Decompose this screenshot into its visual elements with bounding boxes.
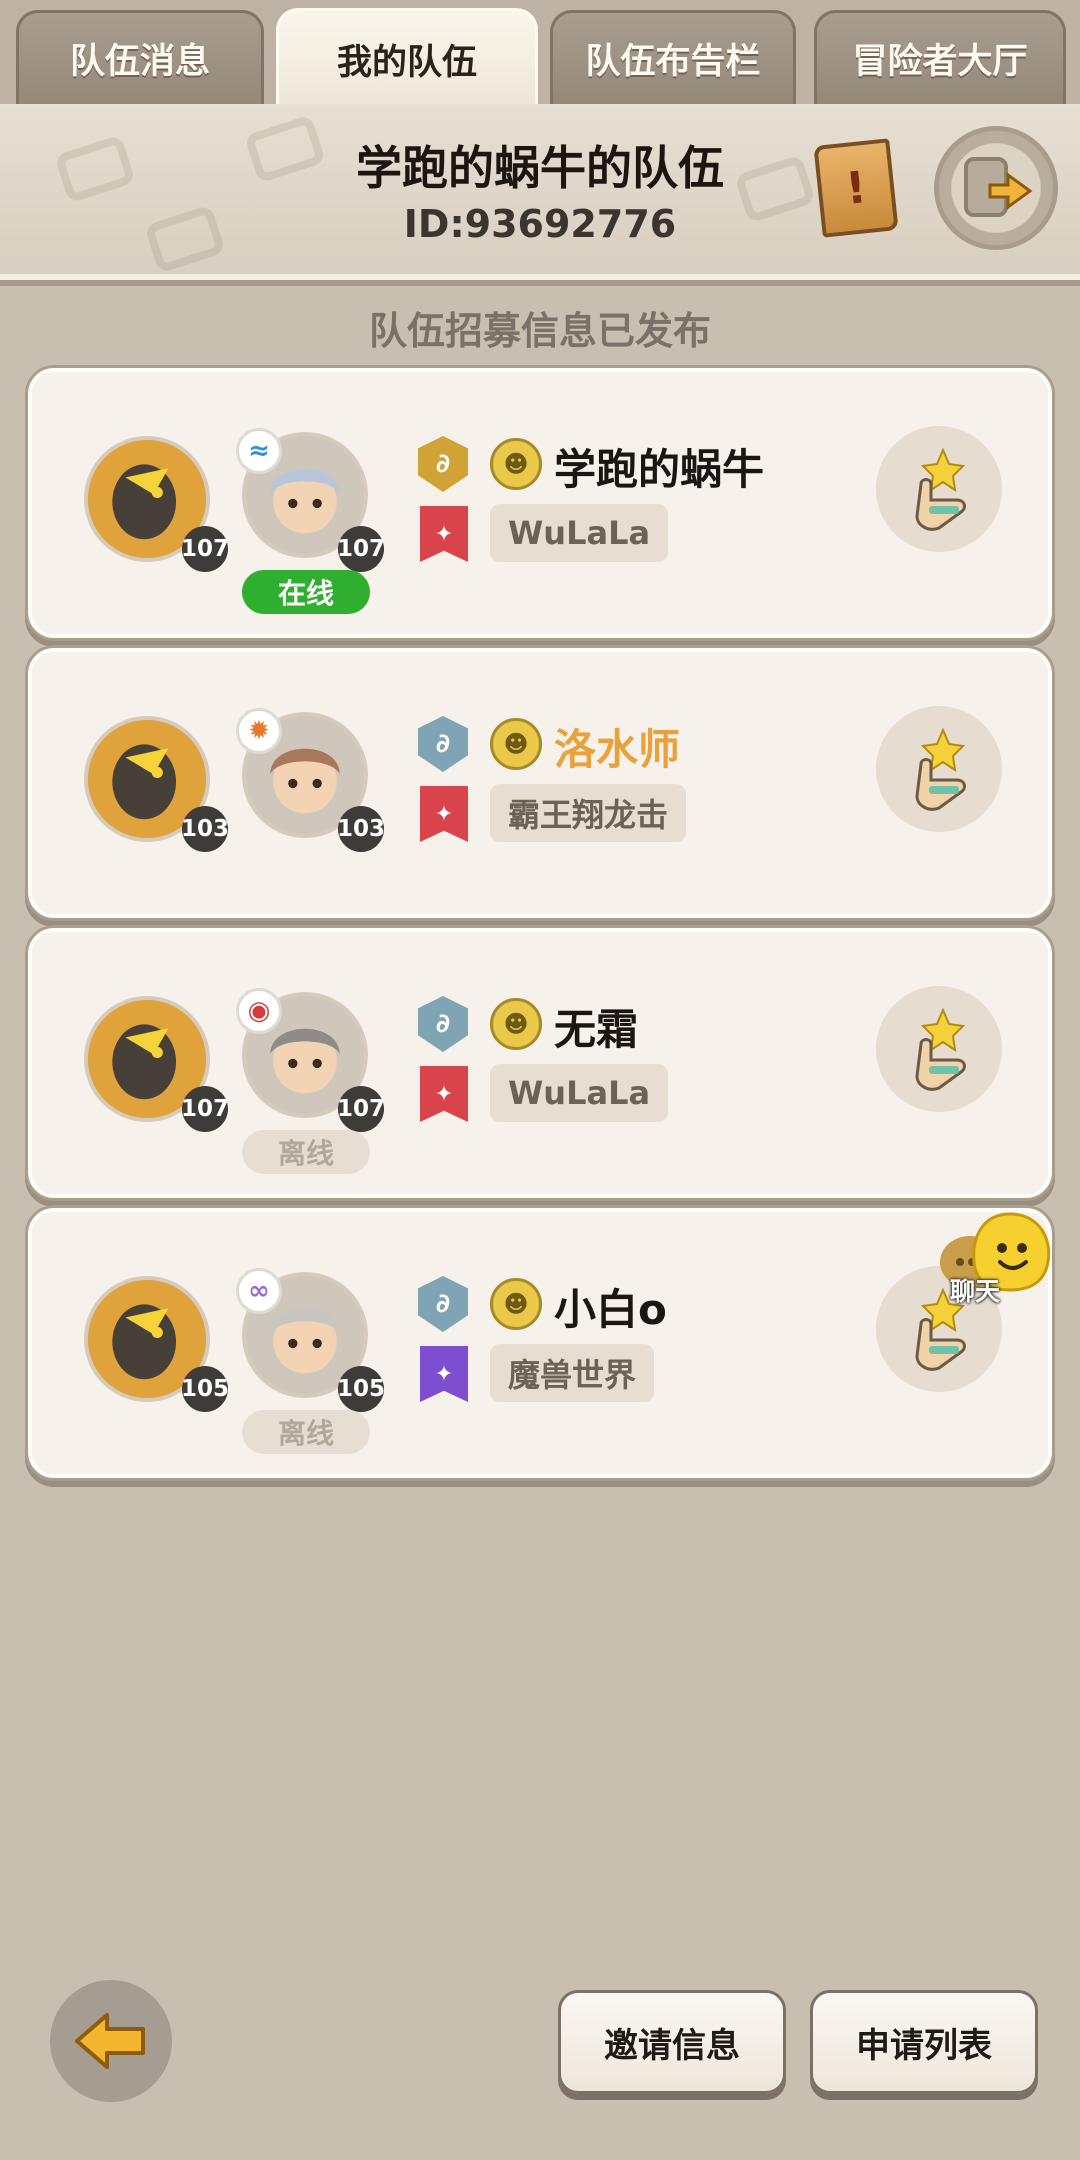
guild-banner-icon: ✦ bbox=[420, 506, 468, 562]
pointing-hand-icon bbox=[915, 1007, 966, 1091]
member-card[interactable]: 103 103 ✹ ∂ ☻ 洛水师 ✦ 霸王翔龙击 bbox=[28, 648, 1052, 918]
recruit-status-text: 队伍招募信息已发布 bbox=[368, 309, 711, 353]
rank-shield-icon: ∂ bbox=[418, 1276, 468, 1332]
guild-banner-icon: ✦ bbox=[420, 1066, 468, 1122]
online-status-badge: 在线 bbox=[242, 570, 370, 614]
fire-element-icon: ✹ bbox=[236, 708, 282, 754]
title-medal-icon: ☻ bbox=[490, 718, 542, 770]
guild-name-tag[interactable]: 魔兽世界 bbox=[490, 1344, 655, 1402]
pet-level-badge: 107 bbox=[181, 526, 229, 572]
rank-shield-icon: ∂ bbox=[418, 716, 468, 772]
pointing-hand-icon bbox=[915, 727, 966, 811]
guild-name-tag[interactable]: WuLaLa bbox=[490, 1064, 669, 1122]
online-status-badge: 离线 bbox=[242, 1410, 370, 1454]
character-level-badge: 105 bbox=[337, 1366, 385, 1412]
title-medal-icon: ☻ bbox=[490, 998, 542, 1050]
member-card[interactable]: 107 107 ≈ ∂ ☻ 学跑的蜗牛 ✦ WuLaLa 在线 bbox=[28, 368, 1052, 638]
tab-team-bulletin[interactable]: 队伍布告栏 bbox=[550, 10, 796, 104]
team-header: 学跑的蜗牛的队伍 ID:93692776 ! bbox=[0, 104, 1080, 280]
online-status-badge: 离线 bbox=[242, 1130, 370, 1174]
player-name[interactable]: 无霜 bbox=[554, 996, 638, 1057]
tab-adventurer-hall[interactable]: 冒险者大厅 bbox=[814, 10, 1066, 104]
invite-info-button[interactable]: 邀请信息 bbox=[558, 1990, 786, 2094]
demon-element-icon: ◉ bbox=[236, 988, 282, 1034]
player-name[interactable]: 洛水师 bbox=[554, 716, 680, 777]
team-id: ID:93692776 bbox=[403, 202, 677, 246]
guild-banner-icon: ✦ bbox=[420, 1346, 468, 1402]
guild-name-tag[interactable]: WuLaLa bbox=[490, 504, 669, 562]
exit-arrow-icon bbox=[964, 157, 1033, 217]
pet-level-badge: 107 bbox=[181, 1086, 229, 1132]
member-card[interactable]: 105 105 ∞ ∂ ☻ 小白o ✦ 魔兽世界 离线 bbox=[28, 1208, 1052, 1478]
interact-hand-button[interactable] bbox=[876, 706, 1002, 832]
character-level-badge: 107 bbox=[337, 526, 385, 572]
back-arrow-icon bbox=[75, 2013, 145, 2069]
character-level-badge: 107 bbox=[337, 1086, 385, 1132]
rank-shield-icon: ∂ bbox=[418, 436, 468, 492]
chat-label[interactable]: 聊天 bbox=[950, 1272, 1000, 1308]
guild-banner-icon: ✦ bbox=[420, 786, 468, 842]
psychic-element-icon: ∞ bbox=[236, 1268, 282, 1314]
title-medal-icon: ☻ bbox=[490, 1278, 542, 1330]
back-button[interactable] bbox=[50, 1980, 172, 2102]
tab-bar: 队伍消息 我的队伍 队伍布告栏 冒险者大厅 bbox=[0, 0, 1080, 108]
notice-scroll-icon[interactable]: ! bbox=[813, 138, 899, 238]
leave-team-button[interactable] bbox=[934, 126, 1058, 250]
pointing-hand-icon bbox=[915, 447, 966, 531]
water-element-icon: ≈ bbox=[236, 428, 282, 474]
pet-level-badge: 105 bbox=[181, 1366, 229, 1412]
rank-shield-icon: ∂ bbox=[418, 996, 468, 1052]
player-name[interactable]: 学跑的蜗牛 bbox=[554, 436, 764, 497]
interact-hand-button[interactable] bbox=[876, 426, 1002, 552]
player-name[interactable]: 小白o bbox=[554, 1276, 667, 1337]
tab-team-messages[interactable]: 队伍消息 bbox=[16, 10, 264, 104]
character-level-badge: 103 bbox=[337, 806, 385, 852]
interact-hand-button[interactable] bbox=[876, 986, 1002, 1112]
member-card[interactable]: 107 107 ◉ ∂ ☻ 无霜 ✦ WuLaLa 离线 bbox=[28, 928, 1052, 1198]
guild-name-tag[interactable]: 霸王翔龙击 bbox=[490, 784, 687, 842]
title-medal-icon: ☻ bbox=[490, 438, 542, 490]
pet-level-badge: 103 bbox=[181, 806, 229, 852]
tab-my-team[interactable]: 我的队伍 bbox=[276, 8, 538, 108]
team-name: 学跑的蜗牛的队伍 bbox=[356, 141, 724, 195]
apply-list-button[interactable]: 申请列表 bbox=[810, 1990, 1038, 2094]
